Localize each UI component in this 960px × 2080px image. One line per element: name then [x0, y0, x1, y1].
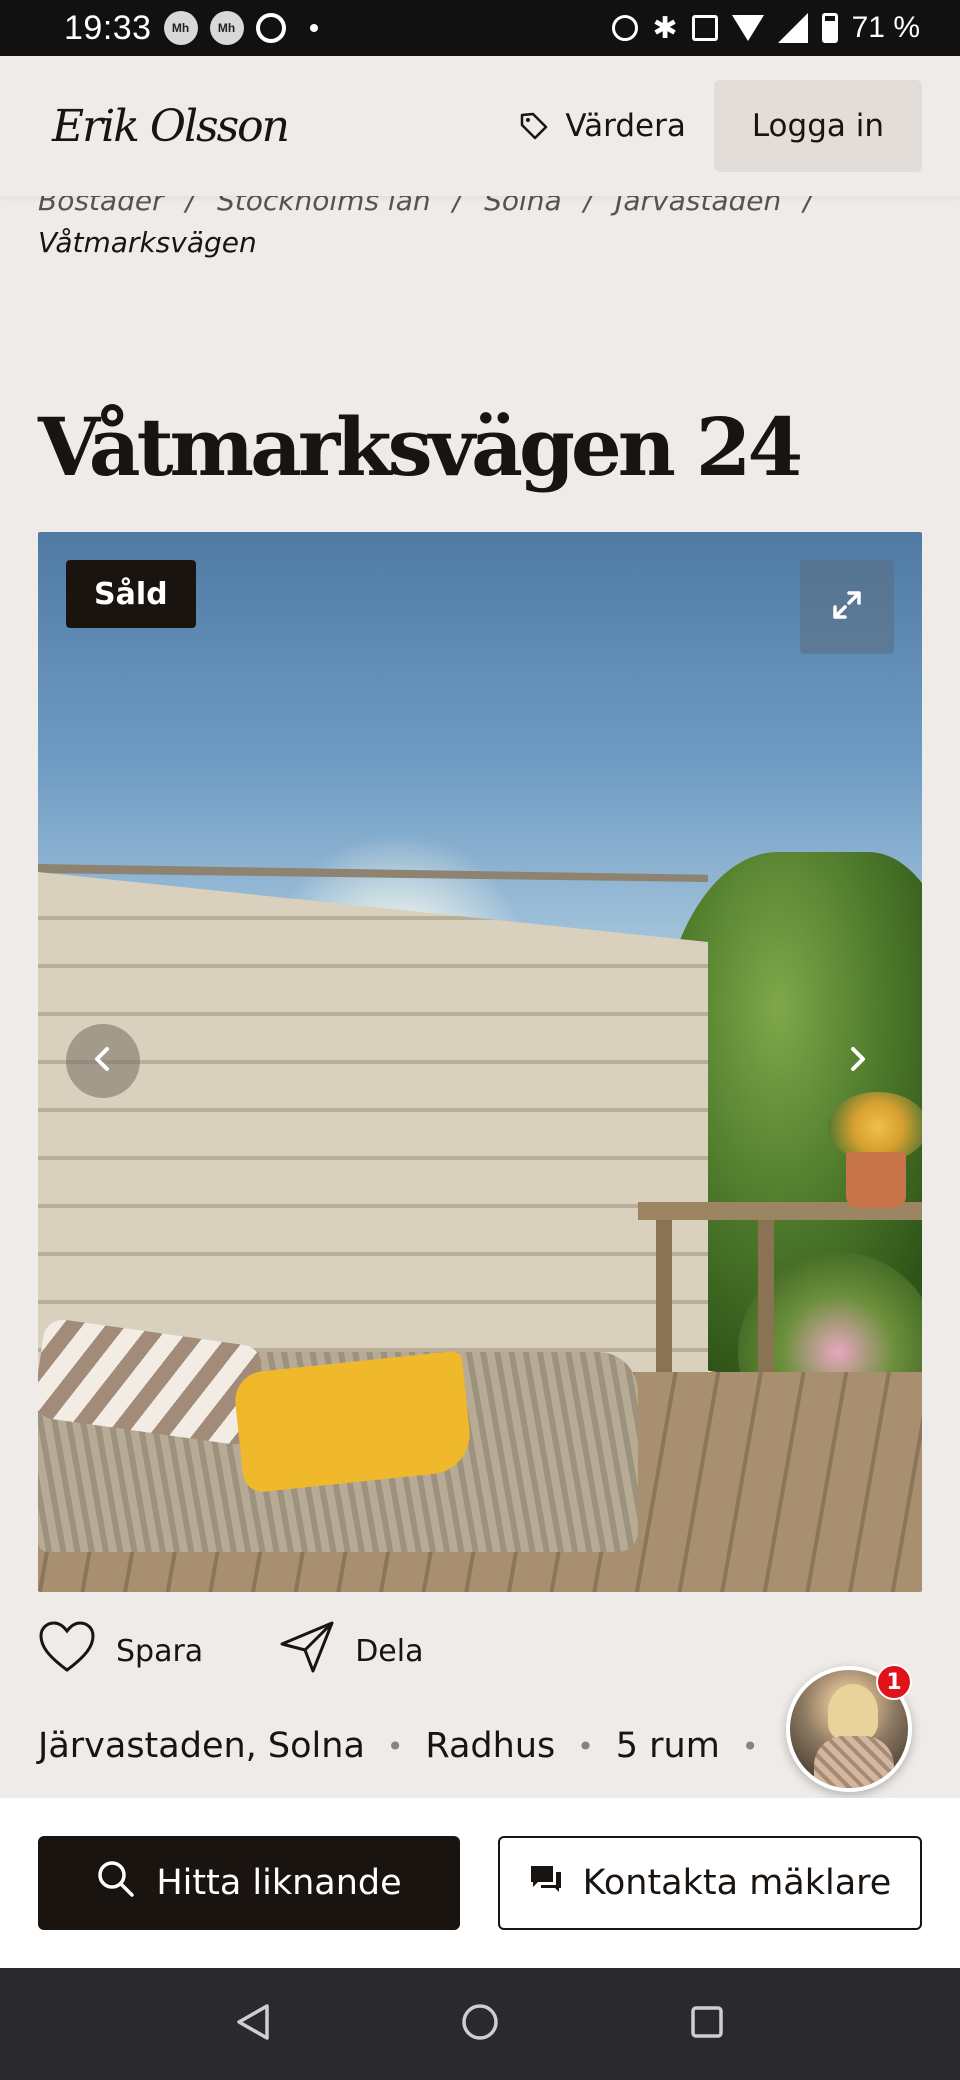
- photo-yellow-blanket: [232, 1350, 474, 1494]
- notification-badge: 1: [876, 1664, 912, 1700]
- wifi-icon: [731, 15, 764, 41]
- brand-logo[interactable]: Erik Olsson: [52, 101, 290, 152]
- price-tag-icon: [519, 111, 549, 141]
- share-label: Dela: [355, 1633, 424, 1669]
- separator-dot: •: [386, 1729, 404, 1763]
- page-title: Våtmarksvägen 24: [38, 400, 803, 494]
- login-button[interactable]: Logga in: [713, 80, 922, 172]
- contact-agent-button[interactable]: Kontakta mäklare: [498, 1836, 922, 1930]
- previous-image-button[interactable]: [66, 1024, 140, 1098]
- valuate-label: Värdera: [565, 108, 686, 144]
- signal-icon: [777, 13, 808, 43]
- avatar-hair: [828, 1684, 878, 1740]
- battery-level: 71 %: [851, 11, 920, 44]
- separator-dot: •: [577, 1729, 594, 1763]
- chat-bubble-icon: [529, 1863, 563, 1903]
- threads-icon: [255, 13, 286, 43]
- save-label: Spara: [116, 1633, 204, 1669]
- breadcrumb-current: Våtmarksvägen: [38, 226, 257, 259]
- app-notification-icon: Mh: [163, 11, 198, 45]
- site-header: Erik Olsson Värdera Logga in: [0, 56, 960, 196]
- status-bar: 19:33 Mh Mh ✱ 71 %: [0, 0, 960, 56]
- search-icon: [96, 1859, 136, 1908]
- save-button[interactable]: Spara: [38, 1620, 203, 1682]
- find-similar-button[interactable]: Hitta liknande: [38, 1836, 460, 1930]
- status-time: 19:33: [64, 8, 152, 47]
- bluetooth-icon: ✱: [652, 11, 678, 45]
- listing-actions: Spara Dela: [38, 1620, 423, 1682]
- home-icon[interactable]: [460, 2002, 500, 2046]
- contact-agent-label: Kontakta mäklare: [582, 1863, 892, 1903]
- avatar-body: [814, 1736, 894, 1788]
- photo-wall: [38, 872, 708, 1372]
- system-navigation-bar: [0, 1968, 960, 2080]
- valuate-link[interactable]: Värdera: [519, 108, 686, 144]
- back-icon[interactable]: [235, 2002, 271, 2046]
- more-notifications-icon: [309, 24, 318, 32]
- listing-type: Radhus: [425, 1726, 556, 1766]
- send-icon: [279, 1620, 335, 1682]
- nfc-icon: [691, 15, 718, 41]
- next-image-button[interactable]: [820, 1024, 894, 1098]
- listing-rooms: 5 rum: [615, 1726, 720, 1766]
- battery-icon: [821, 13, 838, 43]
- share-button[interactable]: Dela: [279, 1620, 423, 1682]
- listing-summary: Järvastaden, Solna • Radhus • 5 rum •: [38, 1726, 780, 1766]
- status-badge: Såld: [66, 560, 196, 628]
- expand-icon: [829, 587, 865, 627]
- chevron-left-icon: [88, 1044, 118, 1078]
- recents-icon[interactable]: [689, 2004, 725, 2044]
- find-similar-label: Hitta liknande: [156, 1863, 402, 1903]
- photo-flower-pot: [846, 1152, 906, 1208]
- listing-photo[interactable]: Såld: [38, 532, 922, 1592]
- alarm-icon: [612, 15, 639, 41]
- fullscreen-button[interactable]: [800, 560, 894, 654]
- sticky-action-bar: Hitta liknande Kontakta mäklare: [0, 1798, 960, 1968]
- listing-area: Järvastaden, Solna: [38, 1726, 365, 1766]
- chevron-right-icon: [842, 1044, 872, 1078]
- app-notification-icon: Mh: [209, 11, 244, 45]
- heart-icon: [38, 1620, 96, 1682]
- separator-dot: •: [741, 1729, 759, 1763]
